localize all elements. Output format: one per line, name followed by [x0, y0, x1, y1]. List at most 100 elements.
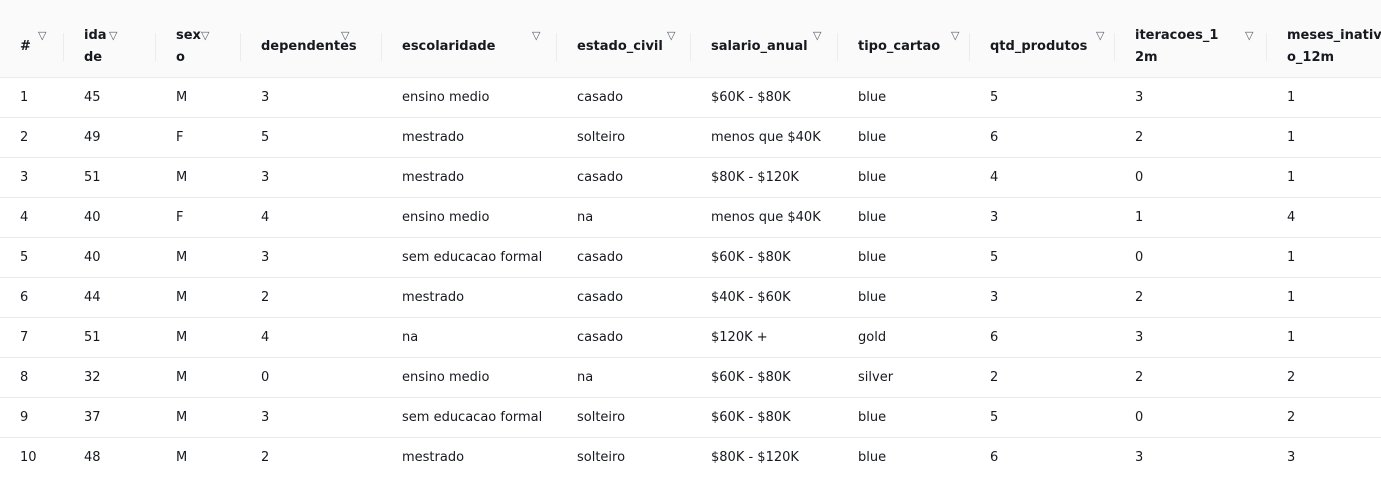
table-header-row: # ▽ idade ▽ sexo ▽ dependentes ▽ escolaridade ▽ es…	[0, 17, 1381, 78]
column-header-dependentes[interactable]: dependentes ▽	[241, 17, 382, 78]
column-header-meses-inativo-12m[interactable]: meses_inativo_12m	[1267, 17, 1381, 78]
sort-down-icon[interactable]: ▽	[532, 29, 540, 43]
table-cell-qtd-produtos: 5	[970, 237, 1115, 278]
table-cell-salario-anual: $80K - $120K	[691, 157, 838, 198]
table-cell-salario-anual: $60K - $80K	[691, 237, 838, 278]
column-header-idade[interactable]: idade ▽	[64, 17, 156, 78]
table-cell-escolaridade: sem educacao formal	[382, 397, 557, 438]
table-header: # ▽ idade ▽ sexo ▽ dependentes ▽ escolaridade ▽ es…	[0, 17, 1381, 78]
table-cell-index: 5	[0, 237, 64, 278]
column-header-label: iteracoes_12m	[1135, 27, 1219, 65]
table-cell-meses-inativo-12m: 2	[1267, 357, 1381, 398]
table-cell-dependentes: 3	[241, 237, 382, 278]
table-cell-salario-anual: $80K - $120K	[711, 449, 799, 465]
table-cell-tipo-cartao: silver	[838, 357, 970, 398]
table-cell-escolaridade: mestrado	[382, 117, 557, 158]
table-cell-tipo-cartao: blue	[838, 77, 970, 118]
table-cell-meses-inativo-12m: 2	[1267, 397, 1381, 438]
column-header-salario-anual[interactable]: salario_anual ▽	[691, 17, 838, 78]
table-cell-qtd-produtos: 4	[970, 157, 1115, 198]
table-cell-estado-civil: casado	[557, 277, 691, 318]
table-cell-escolaridade: na	[382, 317, 557, 358]
table-cell-idade: 44	[64, 277, 156, 318]
table-cell-sexo: F	[156, 117, 241, 158]
column-header-label: sexo	[176, 27, 201, 65]
table-row[interactable]: 10 48 M 2 mestrado solteiro $80K - $120K blue 6 3…	[0, 437, 1381, 477]
table-row[interactable]: 3 51 M 3 mestrado casado $80K - $120K blue 4 0 1	[0, 157, 1381, 198]
table-cell-estado-civil: na	[557, 197, 691, 238]
table-cell-estado-civil: solteiro	[577, 449, 626, 465]
table-row[interactable]: 4 40 F 4 ensino medio na menos que $40K blue 3 1 4	[0, 197, 1381, 238]
table-cell-qtd-produtos: 2	[970, 357, 1115, 398]
table-cell-idade: 51	[64, 317, 156, 358]
table-cell-sexo: M	[156, 317, 241, 358]
table-row[interactable]: 8 32 M 0 ensino medio na $60K - $80K silver 2 2 2	[0, 357, 1381, 398]
table-cell-tipo-cartao: blue	[838, 157, 970, 198]
column-header-estado-civil[interactable]: estado_civil ▽	[557, 17, 691, 78]
table-cell-meses-inativo-12m: 1	[1267, 157, 1381, 198]
table-cell-escolaridade: mestrado	[382, 277, 557, 318]
table-cell-meses-inativo-12m: 1	[1267, 317, 1381, 358]
column-header-label: qtd_produtos	[990, 38, 1088, 54]
table-cell-dependentes: 3	[241, 77, 382, 118]
table-cell-salario-anual: $60K - $80K	[691, 77, 838, 118]
table-cell-idade: 45	[64, 77, 156, 118]
table-cell-escolaridade: ensino medio	[382, 77, 557, 118]
column-header-tipo-cartao[interactable]: tipo_cartao ▽	[838, 17, 970, 78]
table-cell-iteracoes-12m: 0	[1115, 397, 1267, 438]
table-cell-iteracoes-12m: 3	[1115, 317, 1267, 358]
sort-down-icon[interactable]: ▽	[951, 29, 959, 43]
table-cell-dependentes: 4	[241, 317, 382, 358]
table-cell-tipo-cartao: blue	[858, 449, 887, 465]
sort-down-icon[interactable]: ▽	[341, 29, 349, 43]
table-cell-meses-inativo-12m: 1	[1267, 277, 1381, 318]
sort-down-icon[interactable]: ▽	[1096, 29, 1104, 43]
table-cell-salario-anual: $60K - $80K	[691, 357, 838, 398]
table-cell-iteracoes-12m: 2	[1115, 117, 1267, 158]
table-cell-salario-anual: $60K - $80K	[691, 397, 838, 438]
table-cell-idade: 40	[64, 197, 156, 238]
table-cell-dependentes: 2	[261, 449, 270, 465]
sort-down-icon[interactable]: ▽	[201, 29, 209, 43]
table-cell-sexo: M	[156, 237, 241, 278]
table-body: 1 45 M 3 ensino medio casado $60K - $80K blue 5 3…	[0, 77, 1381, 477]
table-cell-dependentes: 5	[241, 117, 382, 158]
table-cell-index: 9	[0, 397, 64, 438]
table-cell-qtd-produtos: 6	[990, 449, 999, 465]
table-row[interactable]: 5 40 M 3 sem educacao formal casado $60K - $80…	[0, 237, 1381, 278]
table-cell-iteracoes-12m: 3	[1135, 449, 1144, 465]
table-cell-iteracoes-12m: 0	[1115, 157, 1267, 198]
table-row[interactable]: 6 44 M 2 mestrado casado $40K - $60K blue 3 2 1	[0, 277, 1381, 318]
sort-down-icon[interactable]: ▽	[813, 29, 821, 43]
table-cell-sexo: M	[156, 397, 241, 438]
table-cell-meses-inativo-12m: 3	[1287, 449, 1296, 465]
table-cell-salario-anual: $40K - $60K	[691, 277, 838, 318]
sort-down-icon[interactable]: ▽	[667, 29, 675, 43]
table-cell-estado-civil: casado	[557, 237, 691, 278]
column-header-qtd-produtos[interactable]: qtd_produtos ▽	[970, 17, 1115, 78]
table-cell-escolaridade: ensino medio	[382, 357, 557, 398]
sort-down-icon[interactable]: ▽	[109, 29, 117, 43]
table-cell-estado-civil: casado	[557, 77, 691, 118]
table-cell-sexo: M	[156, 277, 241, 318]
table-cell-estado-civil: na	[557, 357, 691, 398]
table-cell-tipo-cartao: blue	[838, 277, 970, 318]
table-cell-idade: 37	[64, 397, 156, 438]
table-cell-sexo: M	[156, 357, 241, 398]
column-header-iteracoes-12m[interactable]: iteracoes_12m ▽	[1115, 17, 1267, 78]
table-cell-iteracoes-12m: 0	[1115, 237, 1267, 278]
table-row[interactable]: 9 37 M 3 sem educacao formal solteiro $60K - $…	[0, 397, 1381, 438]
column-header-index[interactable]: # ▽	[0, 17, 64, 78]
table-row[interactable]: 2 49 F 5 mestrado solteiro menos que $40K blue 6…	[0, 117, 1381, 158]
table-row[interactable]: 7 51 M 4 na casado $120K + gold 6 3 1	[0, 317, 1381, 358]
sort-down-icon[interactable]: ▽	[1245, 29, 1253, 43]
column-header-escolaridade[interactable]: escolaridade ▽	[382, 17, 557, 78]
column-header-sexo[interactable]: sexo ▽	[156, 17, 241, 78]
table-cell-salario-anual: $120K +	[691, 317, 838, 358]
table-cell-iteracoes-12m: 3	[1115, 77, 1267, 118]
table-cell-idade: 40	[64, 237, 156, 278]
table-cell-index: 2	[0, 117, 64, 158]
table-cell-sexo: M	[176, 449, 188, 465]
sort-down-icon[interactable]: ▽	[38, 29, 46, 43]
table-row[interactable]: 1 45 M 3 ensino medio casado $60K - $80K blue 5 3…	[0, 77, 1381, 118]
